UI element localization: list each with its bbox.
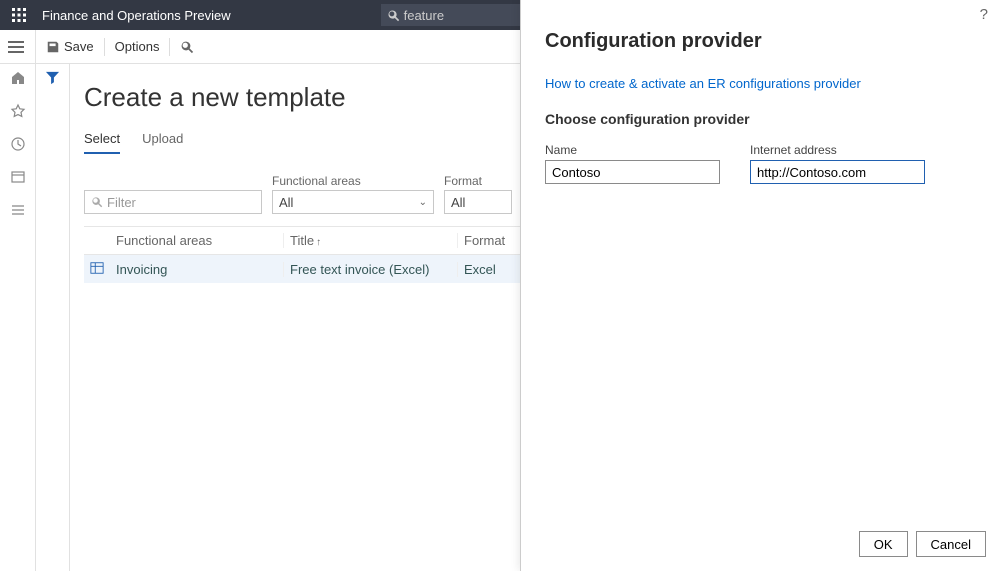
ok-button[interactable]: OK [859,531,908,557]
tab-select[interactable]: Select [84,131,120,154]
functional-areas-label: Functional areas [272,174,434,188]
address-input[interactable] [750,160,925,184]
filter-input[interactable]: Filter [84,190,262,214]
save-button[interactable]: Save [36,30,104,63]
filter-icon[interactable] [45,70,60,571]
panel-title: Configuration provider [545,30,976,53]
nav-toggle-icon[interactable] [0,30,36,63]
panel-subtitle: Choose configuration provider [545,111,976,127]
sort-asc-icon: ↑ [316,237,321,248]
row-functional-area: Invoicing [110,262,284,277]
filter-placeholder: Filter [107,195,136,210]
cancel-button[interactable]: Cancel [916,531,986,557]
functional-areas-value: All [279,195,293,210]
modules-icon[interactable] [10,202,26,223]
search-text: feature [404,8,444,23]
functional-areas-select[interactable]: All ⌄ [272,190,434,214]
search-icon [387,9,400,22]
options-label: Options [115,39,160,54]
app-title: Finance and Operations Preview [38,8,231,23]
help-link[interactable]: How to create & activate an ER configura… [545,76,861,91]
name-label: Name [545,143,720,157]
format-label: Format [444,174,512,188]
row-format: Excel [458,262,518,277]
workspace-icon[interactable] [10,169,26,190]
home-icon[interactable] [10,70,26,91]
star-icon[interactable] [10,103,26,124]
options-button[interactable]: Options [105,30,170,63]
filter-spacer [84,174,262,188]
help-icon[interactable]: ? [980,6,988,23]
col-title[interactable]: Title↑ [284,233,458,248]
side-panel: ? Configuration provider How to create &… [520,0,1000,571]
filter-column [36,64,70,571]
tab-upload[interactable]: Upload [142,131,183,154]
app-launcher-icon[interactable] [0,0,38,30]
search-icon [180,40,194,54]
format-select[interactable]: All [444,190,512,214]
col-title-label: Title [290,233,314,248]
row-title: Free text invoice (Excel) [284,262,458,277]
row-type-icon [84,261,110,278]
name-input[interactable] [545,160,720,184]
save-icon [46,40,60,54]
recent-icon[interactable] [10,136,26,157]
page-search-button[interactable] [170,30,208,63]
chevron-down-icon: ⌄ [419,197,427,208]
save-label: Save [64,39,94,54]
col-functional-areas[interactable]: Functional areas [110,233,284,248]
nav-rail [0,64,36,571]
address-label: Internet address [750,143,925,157]
format-value: All [451,195,465,210]
col-format[interactable]: Format [458,233,518,248]
search-icon [91,196,103,208]
